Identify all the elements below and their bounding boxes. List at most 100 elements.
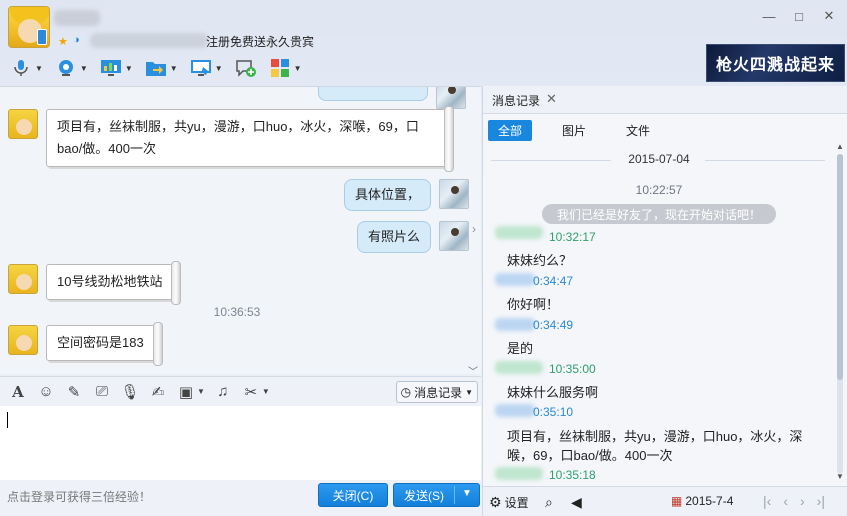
- message-right-cutoff: [318, 87, 466, 109]
- chevron-down-icon[interactable]: ▼: [197, 387, 205, 396]
- chevron-down-icon[interactable]: ▼: [80, 64, 88, 73]
- signature-blurred: [90, 33, 208, 48]
- settings-button[interactable]: ⚙ 设置: [489, 494, 529, 511]
- filter-images[interactable]: 图片: [552, 120, 596, 141]
- speaker-icon[interactable]: ◀︎: [571, 494, 582, 511]
- first-page-icon[interactable]: |‹: [763, 493, 771, 509]
- window-controls: — □ ✕: [761, 8, 837, 24]
- history-footer: ⚙ 设置 ⌕ ◀︎ ▦ 2015-7-4 |‹ ‹ › ›|: [483, 486, 847, 516]
- contact-avatar[interactable]: [8, 6, 50, 48]
- create-group-button[interactable]: [233, 55, 259, 81]
- input-toolbar: A ☺ ✎ ⎚ 🎙︎ ✍︎ ▣ ▼ ♫ ✂ ▼ ◷ 消息记录 ▼: [0, 376, 481, 406]
- file-transfer-button[interactable]: ▼: [143, 55, 180, 81]
- music-icon[interactable]: ♫: [213, 382, 233, 402]
- screen-share-button[interactable]: ▼: [98, 55, 135, 81]
- close-window-button[interactable]: ✕: [821, 8, 837, 24]
- minimize-button[interactable]: —: [761, 8, 777, 24]
- message-timestamp: 10:36:53: [213, 305, 261, 319]
- send-button[interactable]: 发送(S) ▼: [393, 483, 480, 507]
- collapse-panel-icon[interactable]: ›: [472, 222, 476, 236]
- folder-transfer-icon: [145, 57, 167, 79]
- chevron-down-icon[interactable]: ▼: [262, 387, 270, 396]
- system-notice: 我们已经是好友了，现在开始对话吧！: [542, 204, 776, 224]
- history-timestamp: 0:34:49: [533, 318, 574, 332]
- apps-icon: [269, 57, 291, 79]
- message-input[interactable]: [0, 406, 481, 480]
- font-icon[interactable]: A: [8, 382, 28, 402]
- message-bubble: 10号线劲松地铁站: [46, 261, 182, 305]
- screenshot-icon[interactable]: ⎚: [92, 382, 112, 402]
- scroll-down-icon[interactable]: ﹀: [468, 363, 478, 374]
- send-options-chevron-icon[interactable]: ▼: [462, 488, 472, 499]
- contact-avatar-small[interactable]: [8, 325, 38, 355]
- star-icon: ★: [58, 36, 68, 48]
- message-left: 10号线劲松地铁站: [8, 261, 182, 305]
- history-panel: 消息记录 ✕ 全部 图片 文件 2015-07-04 10:22:57 我们已经…: [482, 86, 847, 516]
- chevron-down-icon[interactable]: ▼: [170, 64, 178, 73]
- message-history-label: 消息记录: [414, 385, 463, 400]
- date-picker-value: 2015-7-4: [685, 494, 734, 508]
- chevron-down-icon: ▼: [465, 387, 473, 397]
- calendar-icon: ▦: [671, 494, 683, 508]
- magic-icon[interactable]: ✎: [64, 382, 84, 402]
- scrollbar-thumb[interactable]: [837, 154, 843, 380]
- prev-page-icon[interactable]: ‹: [783, 493, 788, 509]
- filter-files[interactable]: 文件: [616, 120, 660, 141]
- contact-avatar-small[interactable]: [8, 264, 38, 294]
- apps-button[interactable]: ▼: [267, 55, 304, 81]
- text-cursor: [7, 412, 8, 428]
- message-history-button[interactable]: ◷ 消息记录 ▼: [395, 381, 478, 403]
- chat-header: ★ ◑ 注册免费送永久贵宾 — □ ✕ ▼ ▼ ▼ ▼ ▼ ▼ 枪火四溅战起来: [0, 0, 847, 86]
- edit-icon[interactable]: ✍︎: [148, 382, 168, 402]
- my-avatar[interactable]: [439, 179, 470, 209]
- message-bubble: 空间密码是183: [46, 322, 163, 366]
- contact-name-blurred: [54, 10, 100, 26]
- chevron-down-icon[interactable]: ▼: [215, 64, 223, 73]
- camera-icon: [55, 57, 77, 79]
- history-message: 是的: [507, 341, 534, 356]
- history-scrollbar[interactable]: ▲ ▼: [834, 142, 844, 482]
- history-date: 2015-07-04: [628, 152, 690, 166]
- scroll-up-icon[interactable]: ▲: [836, 142, 844, 151]
- contact-avatar-small[interactable]: [8, 109, 38, 139]
- voice-icon[interactable]: 🎙︎: [120, 382, 140, 402]
- screen-share-icon: [100, 57, 122, 79]
- history-message: 妹妹约么？: [507, 253, 573, 268]
- history-nav: |‹ ‹ › ›|: [763, 493, 825, 509]
- message-right: 有照片么: [357, 221, 470, 253]
- close-tab-icon[interactable]: ✕: [546, 91, 557, 107]
- emoji-icon[interactable]: ☺: [36, 382, 56, 402]
- scissors-icon[interactable]: ✂: [241, 382, 261, 402]
- history-tab-bar: 消息记录 ✕: [483, 86, 847, 114]
- maximize-button[interactable]: □: [791, 8, 807, 24]
- message-text: bao/做。400一次: [57, 141, 156, 156]
- mobile-online-icon: [37, 29, 47, 45]
- history-timestamp: 10:35:18: [549, 468, 596, 482]
- scroll-down-icon[interactable]: ▼: [836, 472, 844, 481]
- ad-banner[interactable]: 枪火四溅战起来: [706, 44, 845, 82]
- chevron-down-icon[interactable]: ▼: [294, 64, 302, 73]
- login-tip[interactable]: 点击登录可获得三倍经验！: [7, 488, 151, 505]
- remote-desktop-button[interactable]: ▼: [188, 55, 225, 81]
- message-bubble: 有照片么: [357, 221, 432, 253]
- remote-desktop-icon: [190, 57, 212, 79]
- voice-call-button[interactable]: ▼: [8, 55, 45, 81]
- last-page-icon[interactable]: ›|: [817, 493, 825, 509]
- clock-icon: ◷: [400, 385, 412, 399]
- message-bubble: 项目有，丝袜制服，共yu，漫游，口huo，冰火，深喉，69，口 bao/做。40…: [46, 106, 454, 172]
- history-timestamp: 10:32:17: [549, 230, 596, 244]
- chat-toolbar: ▼ ▼ ▼ ▼ ▼ ▼: [8, 55, 304, 81]
- video-call-button[interactable]: ▼: [53, 55, 90, 81]
- chat-footer: 点击登录可获得三倍经验！ 关闭(C) 发送(S) ▼: [0, 480, 481, 516]
- chevron-down-icon[interactable]: ▼: [125, 64, 133, 73]
- filter-all[interactable]: 全部: [488, 120, 533, 141]
- my-avatar[interactable]: [439, 221, 470, 251]
- chevron-down-icon[interactable]: ▼: [35, 64, 43, 73]
- message-text: 项目有，丝袜制服，共yu，漫游，口huo，冰火，深喉，69，口: [57, 119, 419, 134]
- tab-message-history[interactable]: 消息记录: [492, 92, 540, 109]
- close-button[interactable]: 关闭(C): [318, 483, 388, 507]
- date-picker[interactable]: ▦ 2015-7-4: [671, 494, 733, 508]
- next-page-icon[interactable]: ›: [800, 493, 805, 509]
- search-icon[interactable]: ⌕: [545, 494, 553, 511]
- image-icon[interactable]: ▣: [176, 382, 196, 402]
